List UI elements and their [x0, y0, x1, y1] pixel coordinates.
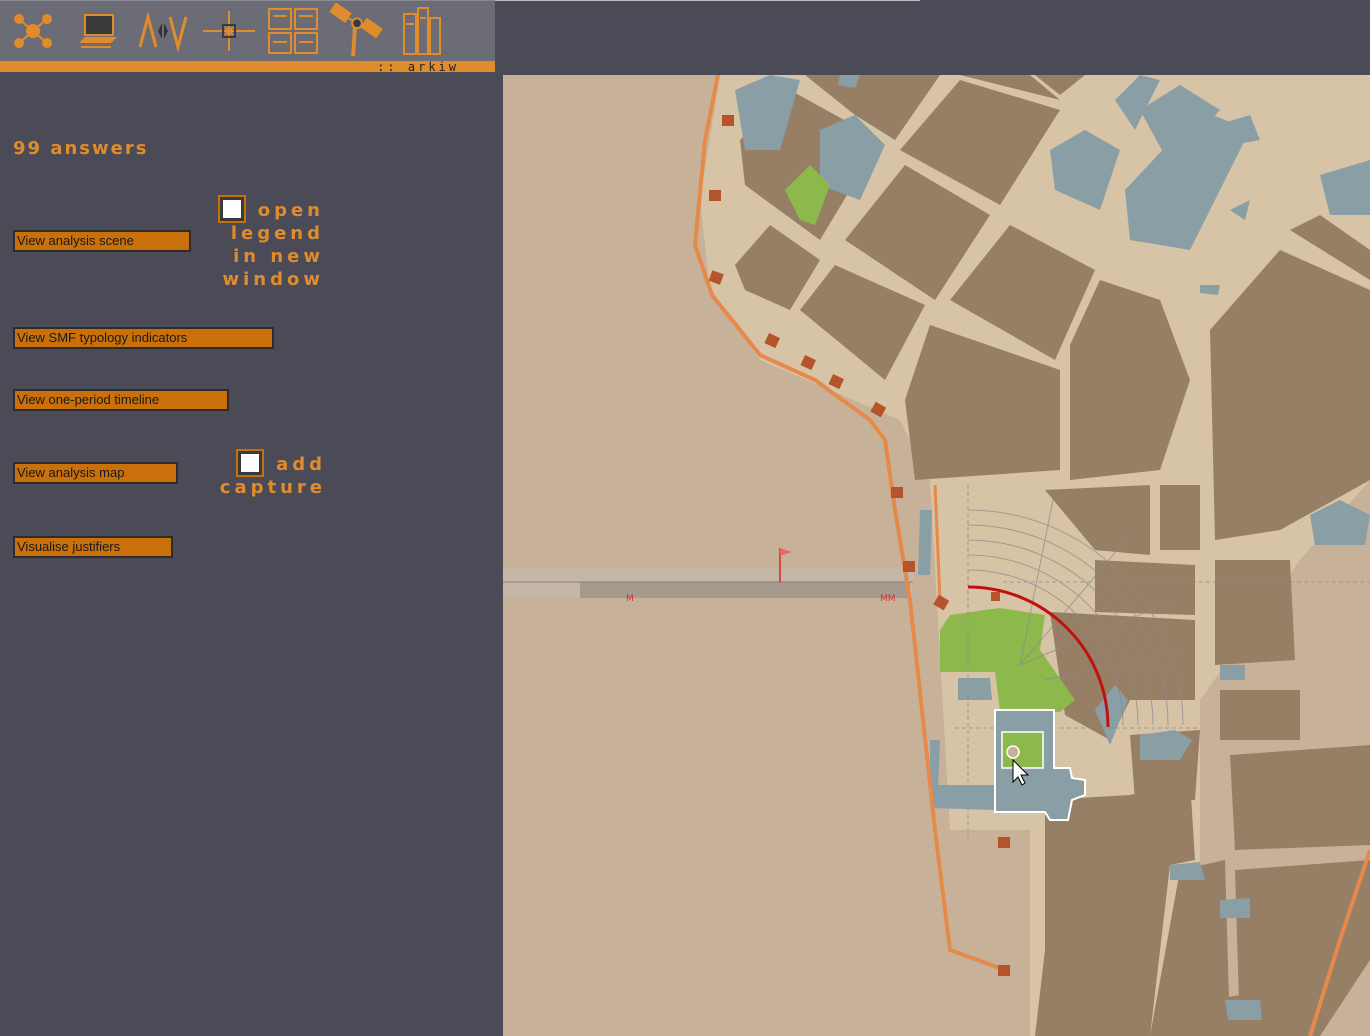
city-map[interactable]: M MM [503, 75, 1370, 1036]
add-capture-line-2: capture [219, 477, 326, 498]
layout-grid-icon[interactable] [264, 5, 322, 57]
open-legend-line-4: window [222, 269, 324, 290]
add-capture-label: add capture [216, 453, 326, 499]
open-legend-line-3: in new [233, 246, 324, 267]
view-smf-typology-button[interactable]: View SMF typology indicators [13, 327, 274, 349]
timeline-strip: M MM [503, 548, 913, 604]
answers-count: 99 answers [13, 138, 149, 159]
open-legend-line-2: legend [230, 223, 324, 244]
open-legend-label: open legend in new window [216, 199, 324, 291]
timeline-label-m: M [626, 594, 634, 604]
map-canvas[interactable]: M MM [503, 75, 1370, 1036]
open-legend-line-1: open [257, 200, 324, 221]
archive-shelf-icon[interactable] [394, 5, 452, 57]
view-analysis-map-button[interactable]: View analysis map [13, 462, 178, 484]
network-icon[interactable] [4, 5, 62, 57]
satellite-icon[interactable] [328, 3, 386, 57]
brand-label: :: arkiw [377, 60, 459, 74]
crosshair-icon[interactable] [200, 5, 258, 57]
view-one-period-timeline-button[interactable]: View one-period timeline [13, 389, 229, 411]
top-divider [495, 0, 920, 1]
compare-icon[interactable] [134, 5, 192, 57]
top-toolbar: :: arkiw [0, 0, 495, 74]
add-capture-line-1: add [276, 454, 326, 475]
view-analysis-scene-button[interactable]: View analysis scene [13, 230, 191, 252]
timeline-label-mm: MM [880, 594, 896, 604]
visualise-justifiers-button[interactable]: Visualise justifiers [13, 536, 173, 558]
computer-icon[interactable] [68, 5, 126, 57]
